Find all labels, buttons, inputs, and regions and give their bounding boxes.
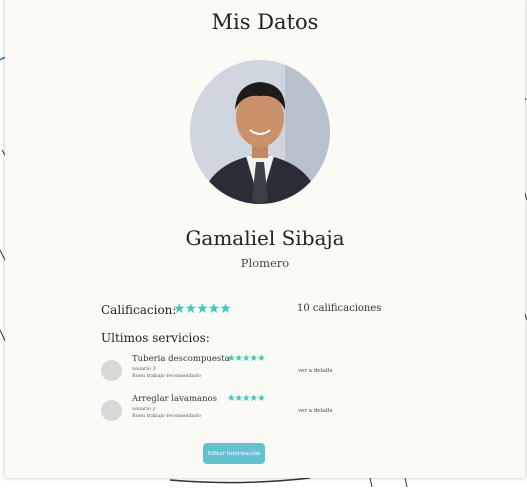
service-title: Arreglar lavamanos (132, 394, 218, 404)
service-title: Tuberia descompuesta (132, 354, 230, 364)
service-user: usuario y (132, 406, 156, 412)
avatar (190, 60, 330, 204)
service-user: usuario 3 (132, 366, 156, 372)
services-heading: Ultimos servicios: (101, 331, 210, 345)
rating-label: Calificacion: (101, 303, 177, 317)
edit-info-button[interactable]: Editar Información (203, 443, 265, 464)
service-stars-icon: ★★★★★ (227, 353, 266, 364)
service-avatar-icon (101, 360, 122, 381)
service-detail-link[interactable]: ver a detalle (298, 368, 333, 374)
service-detail-link[interactable]: ver a detalle (298, 408, 333, 414)
rating-count: 10 calificaciones (297, 303, 382, 314)
list-item: Tuberia descompuesta usuario 3 Buen trab… (101, 353, 481, 388)
list-item: Arreglar lavamanos usuario y Buen trabaj… (101, 393, 481, 428)
service-avatar-icon (101, 400, 122, 421)
profile-modal: Mis Datos Gamaliel Sibaja Plomero Califi… (5, 0, 525, 478)
service-review: Buen trabajo recomendado (132, 413, 201, 419)
service-review: Buen trabajo recomendado (132, 373, 201, 379)
rating-stars-icon: ★★★★★ (173, 301, 232, 317)
service-stars-icon: ★★★★★ (227, 393, 266, 404)
profile-profession: Plomero (240, 256, 290, 270)
page-title: Mis Datos (211, 10, 319, 34)
profile-photo-icon (190, 60, 330, 204)
profile-name: Gamaliel Sibaja (185, 226, 345, 250)
